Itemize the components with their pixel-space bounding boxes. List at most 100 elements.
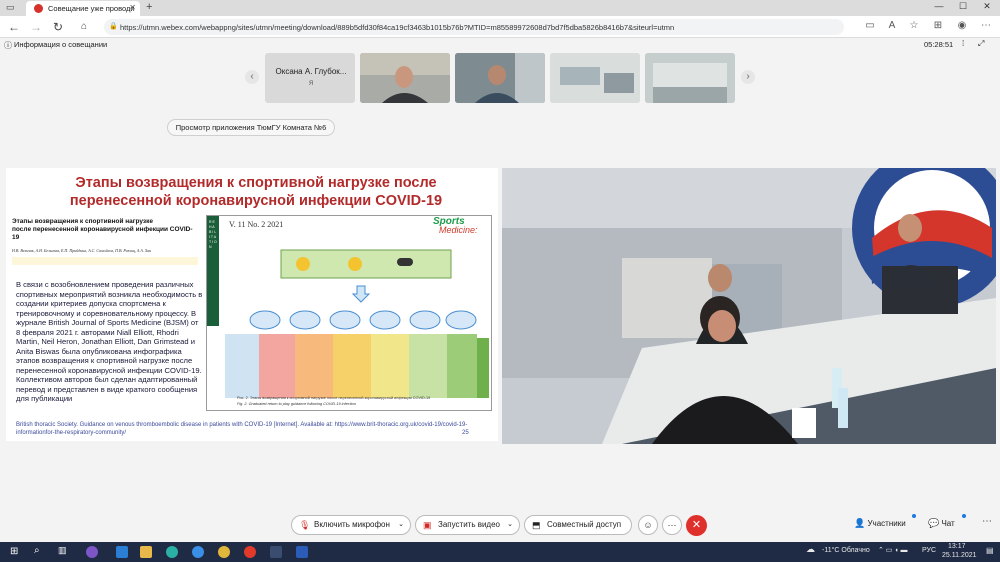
- slide-title-line2: перенесенной коронавирусной инфекции COV…: [69, 193, 443, 209]
- windows-taskbar: ⊞ ⌕ ▥ ☁ -11°C Облачно ⌃ ▭ ◖ ▬ РУС 13:17 …: [0, 542, 1000, 562]
- participant-video-thumb[interactable]: [360, 53, 450, 103]
- chat-label: Чат: [941, 519, 955, 528]
- room-video-image: [502, 168, 996, 444]
- app-files-icon[interactable]: [140, 546, 152, 558]
- forward-icon[interactable]: →: [28, 19, 44, 35]
- app-word-icon[interactable]: [296, 546, 308, 558]
- video-label: Запустить видео: [438, 520, 500, 529]
- inset-affiliation-bar: [12, 257, 198, 265]
- video-button[interactable]: ▣ Запустить видео ⌄: [415, 515, 520, 535]
- language-indicator[interactable]: РУС: [922, 547, 936, 554]
- inset-title-line2: после перенесенной коронавирусной инфекц…: [12, 226, 193, 241]
- app-yandex-icon[interactable]: [244, 546, 256, 558]
- profile-icon[interactable]: ◉: [954, 20, 970, 31]
- fullscreen-icon[interactable]: ⤢: [978, 39, 984, 49]
- clock-time[interactable]: 13:17: [948, 543, 966, 550]
- close-tab-icon[interactable]: ✕: [129, 3, 136, 12]
- url-field[interactable]: 🔒 https://utmn.webex.com/webappng/sites/…: [104, 19, 844, 35]
- maximize-icon[interactable]: ☐: [952, 1, 974, 12]
- search-icon[interactable]: ⌕: [34, 545, 40, 556]
- more-options-button[interactable]: ⋯: [662, 515, 682, 535]
- more-icon[interactable]: ⋯: [978, 20, 994, 31]
- app-viber-icon[interactable]: [86, 546, 98, 558]
- slide-title-line1: Этапы возвращения к спортивной нагрузке …: [75, 175, 437, 191]
- url-text: https://utmn.webex.com/webappng/sites/ut…: [120, 23, 675, 32]
- inset-title-line1: Этапы возвращения к спортивной нагрузке: [12, 218, 154, 225]
- app-mail-icon[interactable]: [116, 546, 128, 558]
- room-video: [502, 168, 996, 444]
- journal-issue: V. 11 No. 2 2021: [229, 220, 284, 229]
- start-icon[interactable]: ⊞: [10, 546, 18, 557]
- weather-icon[interactable]: ☁: [806, 544, 815, 555]
- leave-meeting-button[interactable]: ✕: [686, 515, 707, 536]
- participant-video-image: [360, 53, 450, 103]
- close-icon: ✕: [691, 519, 702, 531]
- share-button[interactable]: ⬒ Совместный доступ: [524, 515, 632, 535]
- new-tab-icon[interactable]: +: [146, 1, 152, 13]
- mic-muted-icon: 🎙: [299, 520, 311, 530]
- mic-label: Включить микрофон: [314, 520, 390, 529]
- chevron-down-icon[interactable]: ⌄: [507, 516, 513, 534]
- thumbs-next-icon[interactable]: ›: [741, 70, 755, 84]
- more-panels-icon[interactable]: ⋯: [982, 516, 992, 527]
- back-icon[interactable]: ←: [6, 19, 22, 35]
- close-window-icon[interactable]: ✕: [976, 1, 998, 12]
- app-edge-icon[interactable]: [166, 546, 178, 558]
- browser-tab-bar: ▭ Совещание уже проводи ✕ + — ☐ ✕: [0, 0, 1000, 16]
- participant-video-image: [645, 53, 735, 103]
- tray-icons[interactable]: ⌃ ▭ ◖ ▬: [878, 546, 908, 554]
- shared-slide: Этапы возвращения к спортивной нагрузке …: [6, 168, 498, 441]
- rehab-side-label: R E H A B I L I T A T I O N: [209, 220, 217, 249]
- collections-icon[interactable]: ⊞: [930, 20, 946, 31]
- slide-footnote: British thoracic Society. Guidance on ve…: [16, 422, 468, 436]
- infographic: [225, 249, 489, 398]
- smile-icon: ☺: [643, 520, 653, 530]
- app-chrome-icon[interactable]: [218, 546, 230, 558]
- participant-video-thumb[interactable]: [455, 53, 545, 103]
- weather-text[interactable]: -11°C Облачно: [822, 547, 870, 554]
- clock-date[interactable]: 25.11.2021: [942, 552, 977, 559]
- tab-title: Совещание уже проводи: [48, 4, 135, 13]
- chat-icon: 💬: [928, 518, 940, 528]
- more-icon: ⋯: [667, 520, 677, 530]
- notifications-icon[interactable]: ▤: [986, 546, 994, 555]
- chevron-down-icon[interactable]: ⌄: [398, 516, 404, 534]
- meeting-info-bar: ⓘ Информация о совещании 05:28:51 ⁞ ⤢: [0, 38, 1000, 52]
- slide-page-number: 25: [462, 430, 469, 436]
- minimize-icon[interactable]: —: [928, 1, 950, 11]
- participants-icon: 👤: [854, 518, 866, 528]
- home-icon[interactable]: ⌂: [76, 19, 92, 35]
- app-zoom-icon[interactable]: [192, 546, 204, 558]
- app-generic-icon[interactable]: [270, 546, 282, 558]
- participant-video-thumb[interactable]: [645, 53, 735, 103]
- meeting-info-label[interactable]: Информация о совещании: [14, 40, 107, 49]
- article-title-inset: Этапы возвращения к спортивной нагрузке …: [12, 216, 198, 286]
- layout-icon[interactable]: ⁞: [962, 39, 964, 48]
- task-view-icon[interactable]: ▥: [58, 545, 67, 556]
- participants-button[interactable]: 👤 Участники: [854, 518, 906, 529]
- slide-title: Этапы возвращения к спортивной нагрузке …: [26, 174, 486, 210]
- inset-authors: Н.В. Вельчак, А.Н. Бельская, Е.П. Прийди…: [12, 248, 152, 253]
- info-icon[interactable]: ⓘ: [4, 40, 12, 51]
- reactions-button[interactable]: ☺: [638, 515, 658, 535]
- participant-thumb[interactable]: Оксана А. Глубок... Я: [265, 53, 355, 103]
- journal-figure: R E H A B I L I T A T I O N V. 11 No. 2 …: [206, 215, 492, 411]
- share-icon: ⬒: [532, 520, 541, 530]
- chat-button[interactable]: 💬 Чат: [928, 518, 955, 529]
- mic-button[interactable]: 🎙 Включить микрофон ⌄: [291, 515, 411, 535]
- chat-indicator-dot: [962, 514, 966, 518]
- reload-icon[interactable]: ↻: [50, 19, 66, 35]
- tab-actions-icon[interactable]: ▭: [6, 2, 15, 13]
- webex-favicon-icon: [34, 4, 43, 13]
- slide-body-text: В связи с возобновлением проведения разл…: [16, 280, 203, 403]
- journal-name-2: Medicine:: [439, 225, 478, 235]
- read-aloud-icon[interactable]: A: [884, 20, 900, 31]
- browser-tab[interactable]: Совещание уже проводи ✕: [26, 1, 140, 16]
- camera-permission-icon[interactable]: ▭: [862, 20, 878, 31]
- view-app-button[interactable]: Просмотр приложения ТюмГУ Комната №6: [167, 119, 335, 136]
- participant-video-thumb[interactable]: [550, 53, 640, 103]
- participant-video-image: [550, 53, 640, 103]
- address-bar-row: ← → ↻ ⌂ 🔒 https://utmn.webex.com/webappn…: [0, 16, 1000, 38]
- favorite-icon[interactable]: ☆: [906, 20, 922, 31]
- thumbs-prev-icon[interactable]: ‹: [245, 70, 259, 84]
